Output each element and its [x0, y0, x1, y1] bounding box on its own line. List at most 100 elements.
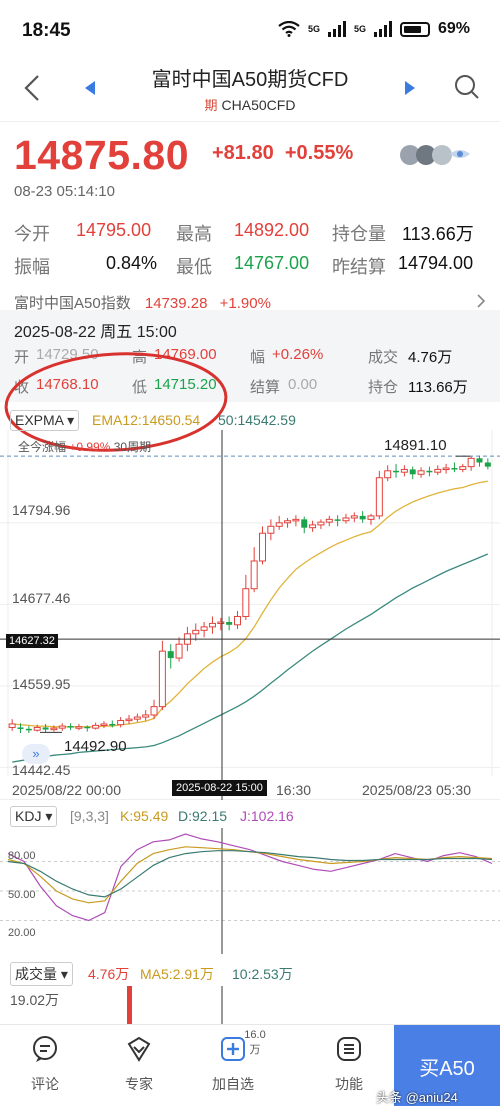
candle-body	[384, 470, 392, 479]
kdj-chart	[0, 828, 500, 954]
candle-body	[359, 515, 366, 520]
price-change: +81.80 +0.55%	[212, 142, 353, 165]
kdj-select[interactable]: KDJ ▾	[10, 806, 58, 827]
y-tick: 14559.95	[12, 676, 71, 692]
tab-comment[interactable]: 评论	[10, 1035, 80, 1094]
candle-body	[226, 622, 233, 625]
candle-body	[417, 470, 425, 475]
candle-body	[8, 723, 16, 728]
quote-timestamp: 08-23 05:14:10	[14, 183, 115, 200]
candle-body	[75, 726, 83, 729]
candle-body	[334, 519, 341, 521]
chevron-right-icon[interactable]	[476, 294, 486, 308]
tab-label: 专家	[125, 1076, 153, 1092]
stats-row-2: 振幅 0.84% 最低 14767.00 昨结算 14794.00	[14, 253, 492, 286]
label-settle: 结算	[250, 379, 281, 396]
kdj-d-line	[7, 850, 493, 898]
avatars-icon	[400, 145, 470, 165]
tab-functions[interactable]: 功能	[314, 1035, 384, 1094]
volume-legend: 成交量 ▾ 4.76万 MA5:2.91万 10:2.53万	[10, 962, 500, 986]
kdj-k: K:95.49	[120, 808, 169, 824]
tab-label: 评论	[31, 1076, 59, 1092]
candle-body	[409, 469, 416, 475]
candle-body	[434, 468, 442, 473]
candle-body	[292, 518, 300, 522]
candle-body	[467, 457, 475, 468]
candle-body	[142, 714, 150, 718]
signal-icon-2	[373, 21, 392, 37]
crosshair-time-label: 2025-08-22 15:00	[172, 780, 267, 796]
candle-body	[400, 468, 408, 473]
y-tick: 14442.45	[12, 762, 71, 778]
expert-icon	[127, 1036, 151, 1062]
kdj-params: [9,3,3]	[70, 808, 109, 824]
expand-icon[interactable]: »	[22, 744, 50, 764]
candle-body	[393, 470, 400, 473]
y-tick: 14677.46	[12, 590, 71, 606]
quote-stats: 今开 14795.00 最高 14892.00 持仓量 113.66万 振幅 0…	[14, 220, 492, 286]
value-amp: +0.26%	[272, 346, 324, 363]
crosshair-price-label: 14627.32	[6, 634, 58, 648]
tab-label: 加自选	[212, 1076, 254, 1092]
label-oi: 持仓	[368, 379, 399, 396]
indicator-name: EXPMA	[15, 412, 64, 428]
tab-expert[interactable]: 专家	[104, 1035, 174, 1094]
stat-label: 最高	[176, 224, 212, 244]
candle-body	[242, 588, 250, 617]
candle-body	[451, 468, 458, 470]
candle-body	[301, 519, 308, 528]
value-oi: 113.66万	[408, 379, 468, 396]
kdj-d: D:92.15	[178, 808, 228, 824]
header: 富时中国A50期货CFD 期 CHA50CFD	[0, 60, 500, 122]
candle-body	[459, 466, 467, 470]
label-volume: 成交	[368, 349, 399, 366]
status-bar: 18:45 5G 5G 69%	[0, 0, 500, 60]
search-icon[interactable]	[454, 74, 480, 100]
battery-level: 69%	[437, 20, 470, 37]
stat-open-interest: 113.66万	[402, 224, 474, 244]
high-mark: 14891.10	[384, 437, 447, 454]
net-type-1: 5G	[307, 23, 320, 34]
volume-select[interactable]: 成交量 ▾	[10, 962, 73, 986]
tab-add-watchlist[interactable]: 加自选 16.0万	[198, 1029, 268, 1094]
kdj-k-line	[7, 846, 493, 904]
change-amount: +81.80	[212, 142, 274, 164]
kdj-tick: 20.00	[8, 927, 36, 939]
crosshair-date: 2025-08-22 周五 15:00	[14, 324, 177, 341]
candle-body	[250, 560, 258, 590]
net-type-2: 5G	[353, 23, 366, 34]
candle-body	[233, 615, 241, 626]
indicator-select[interactable]: EXPMA ▾	[10, 410, 80, 431]
candle-body	[375, 477, 383, 517]
candle-body	[476, 458, 483, 463]
candle-body	[25, 728, 32, 731]
candle-body	[167, 651, 174, 659]
add-badge: 16.0万	[244, 1029, 266, 1056]
candle-body	[259, 532, 267, 562]
wifi-icon	[278, 21, 300, 37]
change-percent: +0.55%	[284, 142, 354, 164]
tab-label: 功能	[335, 1076, 363, 1092]
stat-amplitude: 0.84%	[106, 253, 158, 273]
avatar-group[interactable]	[398, 143, 482, 172]
candle-body	[342, 517, 350, 522]
volume-chart	[127, 986, 223, 1024]
stat-label: 持仓量	[332, 224, 386, 244]
candle-body	[309, 524, 317, 529]
candle-body	[109, 723, 116, 726]
kdj-j: J:102.16	[240, 808, 294, 824]
ema12-value: EMA12:14650.54	[92, 412, 201, 428]
candle-body	[442, 467, 450, 471]
watermark: 头条 @aniu24	[376, 1090, 458, 1105]
candle-body	[150, 706, 158, 716]
y-tick: 14794.96	[12, 502, 71, 518]
futures-tag: 期	[204, 98, 218, 113]
ema50-value: 50:14542.59	[218, 412, 296, 428]
x-label: 2025/08/22 00:00	[12, 782, 121, 798]
candle-body	[92, 724, 100, 729]
candle-body	[175, 643, 183, 659]
candle-body	[17, 727, 24, 729]
candle-body	[350, 515, 358, 519]
next-instrument-icon[interactable]	[404, 80, 416, 96]
bottom-tab-bar: 评论 专家 加自选 16.0万 功能 买A50 头条 @aniu24	[0, 1024, 500, 1106]
